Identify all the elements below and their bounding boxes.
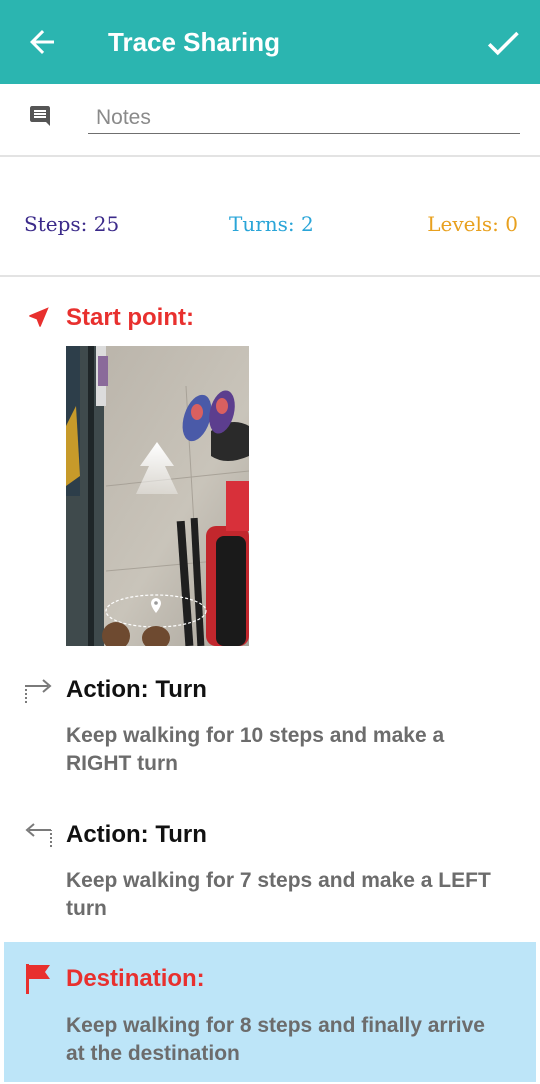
action-title: Action: Turn	[66, 821, 207, 848]
comment-icon	[30, 106, 50, 126]
destination-title: Destination:	[66, 965, 205, 992]
divider	[0, 155, 540, 157]
start-point-title: Start point:	[66, 304, 194, 331]
start-point-photo[interactable]	[66, 346, 249, 646]
page-title: Trace Sharing	[108, 27, 280, 57]
navigation-arrow-icon	[29, 307, 49, 327]
action-description: Keep walking for 7 steps and make a LEFT…	[66, 869, 491, 920]
turns-count: Turns: 2	[229, 212, 314, 236]
steps-count: Steps: 25	[24, 212, 120, 236]
app-bar: Trace Sharing	[0, 0, 540, 84]
action-description: Keep walking for 10 steps and make a RIG…	[66, 724, 445, 775]
turn-left-icon	[25, 823, 52, 847]
turn-right-icon	[25, 679, 52, 703]
flag-icon	[26, 964, 50, 994]
levels-count: Levels: 0	[427, 212, 518, 236]
notes-input[interactable]	[88, 102, 520, 134]
checkmark-icon[interactable]	[482, 22, 524, 64]
destination-description: Keep walking for 8 steps and finally arr…	[66, 1014, 485, 1065]
divider	[0, 275, 540, 277]
arrow-back-icon[interactable]	[24, 24, 60, 60]
action-title: Action: Turn	[66, 676, 207, 703]
